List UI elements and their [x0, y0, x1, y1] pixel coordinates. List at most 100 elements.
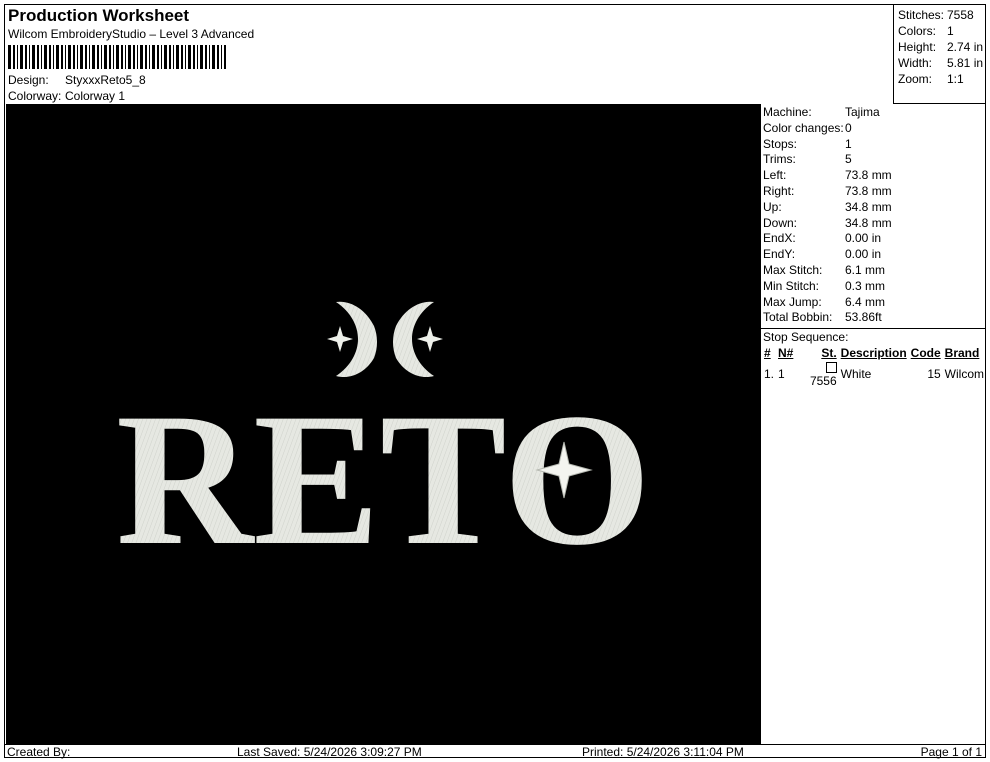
barcode-bar [32, 45, 35, 69]
embroidery-artwork: RETO [116, 301, 651, 585]
info-row: Min Stitch: 0.3 mm [761, 279, 986, 295]
info-value: 34.8 mm [845, 199, 892, 214]
info-row: Machine: Tajima [761, 105, 986, 121]
barcode-bar [164, 45, 167, 69]
barcode-bar [97, 45, 99, 69]
barcode-bar [53, 45, 54, 69]
barcode-bar [89, 45, 90, 69]
info-value: 53.86ft [845, 310, 882, 325]
crown-ornament-icon [327, 301, 443, 378]
stat-label: Height: [898, 40, 937, 54]
needle-number: 1 [778, 367, 785, 382]
info-row: Stops: 1 [761, 137, 986, 153]
barcode-bar [13, 45, 15, 69]
info-label: Down: [763, 215, 798, 230]
barcode-bar [161, 45, 162, 69]
info-row: Left: 73.8 mm [761, 168, 986, 184]
info-row: Color changes:0 [761, 121, 986, 137]
barcode-bar [41, 45, 42, 69]
barcode-bar [209, 45, 210, 69]
barcode-bar [49, 45, 51, 69]
info-row: Right: 73.8 mm [761, 184, 986, 200]
info-label: Left: [763, 168, 787, 183]
info-label: Color changes: [763, 120, 844, 135]
info-label: Max Jump: [763, 294, 822, 309]
stat-value: 1 [947, 24, 954, 38]
column-header: # [764, 345, 771, 360]
footer: Created By: Last Saved: 5/24/2026 3:09:2… [4, 744, 986, 759]
barcode-bar [73, 45, 75, 69]
color-swatch [825, 362, 837, 374]
info-row: Down: 34.8 mm [761, 216, 986, 232]
created-by: Created By: [7, 745, 71, 759]
barcode-bar [77, 45, 78, 69]
barcode-bar [176, 45, 179, 69]
info-label: Stops: [763, 136, 798, 151]
info-value: Tajima [845, 105, 880, 119]
info-value: 0.3 mm [845, 278, 886, 293]
info-row: EndX: 0.00 in [761, 231, 986, 247]
thread-description: White [840, 367, 872, 382]
info-value: 34.8 mm [845, 215, 892, 230]
barcode-bar [193, 45, 195, 69]
barcode-bar [205, 45, 207, 69]
barcode-bar [152, 45, 155, 69]
column-header: Brand [944, 345, 980, 360]
barcode-bar [140, 45, 143, 69]
barcode [8, 45, 226, 69]
info-label: Trims: [763, 152, 796, 167]
stat-row: Height: 2.74 in [894, 39, 986, 55]
design-label: Design: [8, 73, 49, 87]
info-label: EndY: [763, 247, 796, 262]
barcode-bar [92, 45, 95, 69]
barcode-bar [173, 45, 174, 69]
stat-value: 7558 [947, 8, 974, 22]
barcode-bar [17, 45, 18, 69]
table-row: 1. 1 7556 White 15 Wilcom [762, 360, 986, 388]
design-value: StyxxxReto5_8 [65, 73, 146, 87]
design-text: RETO [116, 375, 651, 585]
thread-brand: Wilcom [944, 367, 984, 382]
column-header: N# [778, 345, 794, 360]
info-label: Up: [763, 199, 782, 214]
barcode-bar [157, 45, 159, 69]
stat-row: Zoom: 1:1 [894, 71, 986, 87]
barcode-bar [20, 45, 23, 69]
info-label: Machine: [763, 105, 812, 119]
barcode-bar [113, 45, 114, 69]
colorway-label: Colorway: [8, 89, 62, 103]
info-label: Min Stitch: [763, 278, 820, 293]
last-saved: Last Saved: 5/24/2026 3:09:27 PM [237, 745, 422, 759]
stat-value: 2.74 in [947, 40, 984, 54]
barcode-bar [121, 45, 123, 69]
info-value: 0.00 in [845, 231, 882, 246]
barcode-bar [125, 45, 126, 69]
barcode-bar [85, 45, 87, 69]
stat-label: Stitches: [898, 8, 945, 22]
printed-date: Printed: 5/24/2026 3:11:04 PM [582, 745, 744, 759]
barcode-bar [25, 45, 27, 69]
barcode-bar [61, 45, 63, 69]
barcode-bar [212, 45, 215, 69]
barcode-bar [145, 45, 147, 69]
barcode-bar [133, 45, 135, 69]
info-label: EndX: [763, 231, 796, 246]
stitch-count: 7556 [809, 374, 837, 389]
info-row: Max Stitch: 6.1 mm [761, 263, 986, 279]
table-header-row: # N# St. Description Code Brand [762, 345, 986, 360]
design-preview: RETO [6, 104, 760, 744]
barcode-bar [181, 45, 183, 69]
stop-sequence-label: Stop Sequence: [761, 328, 986, 345]
info-value: 0 [845, 120, 852, 135]
barcode-bar [221, 45, 222, 69]
page-title: Production Worksheet [8, 6, 190, 25]
column-header: Code [910, 345, 941, 360]
barcode-bar [56, 45, 59, 69]
barcode-bar [169, 45, 171, 69]
design-row: Design: StyxxxReto5_8 [8, 73, 146, 87]
barcode-bar [149, 45, 150, 69]
stat-label: Width: [898, 56, 933, 70]
info-value: 0.00 in [845, 247, 882, 262]
info-value: 5 [845, 152, 852, 167]
colorway-row: Colorway: Colorway 1 [8, 89, 125, 103]
